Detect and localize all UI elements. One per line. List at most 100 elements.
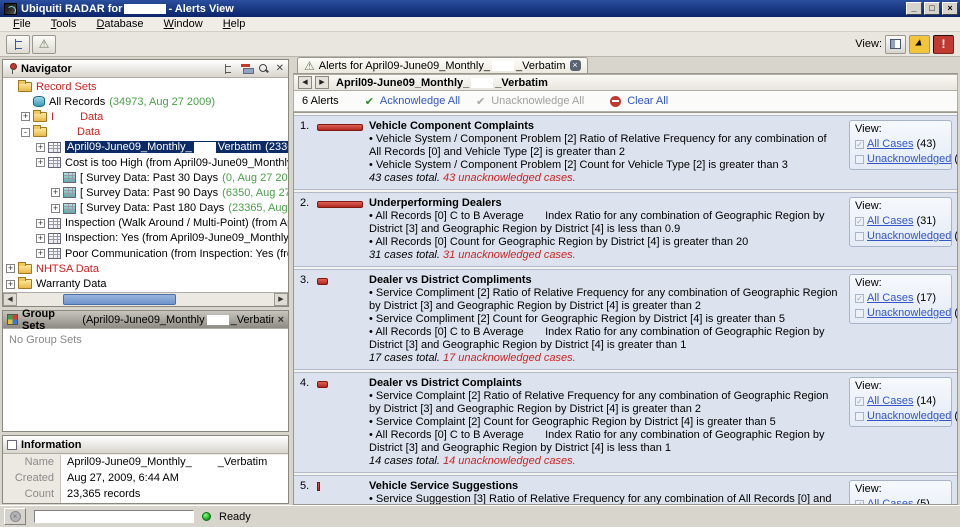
scroll-thumb[interactable] <box>63 294 177 305</box>
main-toolbar: ⚠ View: ! <box>0 32 960 57</box>
close-panel-icon[interactable]: × <box>278 314 284 326</box>
expand-icon[interactable]: + <box>21 112 30 122</box>
panel-view-button[interactable] <box>885 34 906 54</box>
all-cases-link[interactable]: All Cases <box>867 395 913 407</box>
tree-item[interactable]: + I Data <box>3 109 288 124</box>
stop-icon: × <box>9 511 21 522</box>
unacknowledged-link[interactable]: Unacknowledged <box>867 153 951 165</box>
collapse-node-icon[interactable]: - <box>21 127 30 137</box>
expand-icon[interactable]: + <box>6 279 15 289</box>
cases-total: 17 cases total. <box>369 352 443 364</box>
show-alerts-button[interactable]: ⚠ <box>32 34 56 54</box>
expand-icon[interactable]: + <box>36 233 45 243</box>
tab-close-icon[interactable]: × <box>569 60 581 71</box>
checkbox[interactable]: ✓ <box>855 396 864 406</box>
redacted-text <box>471 77 494 88</box>
all-cases-link[interactable]: All Cases <box>867 292 913 304</box>
alert-title: Dealer vs District Compliments <box>369 274 532 286</box>
view-label: View: <box>855 483 882 495</box>
alert-condition: All Records [0] C to B Average Index Rat… <box>369 210 841 236</box>
alert-view-box: View:✓All Cases(43)Unacknowledged(43) <box>849 120 957 170</box>
expand-icon[interactable]: + <box>36 142 45 152</box>
tree-item-label: All Records (34973, Aug 27 2009) <box>49 95 216 108</box>
all-cases-link[interactable]: All Cases <box>867 215 913 227</box>
tree-item[interactable]: [ Survey Data: Past 30 Days (0, Aug 27 20… <box>3 170 288 185</box>
checkbox[interactable] <box>855 308 864 318</box>
panel-icon <box>890 39 901 49</box>
tree-item-label: Record Sets <box>36 80 97 93</box>
unacknowledged-link[interactable]: Unacknowledged <box>867 307 951 319</box>
tree-item[interactable]: + Warranty Data <box>3 276 288 291</box>
tree-item-label: [ Survey Data: Past 90 Days (6350, Aug 27… <box>80 187 288 199</box>
alert-item: 4.Dealer vs District ComplaintsService C… <box>294 372 957 473</box>
check-icon: ✔ <box>364 95 374 108</box>
tree-mode-icon[interactable] <box>224 63 234 74</box>
record-set-icon <box>48 157 61 169</box>
back-button[interactable]: ◀ <box>298 76 312 89</box>
checkbox[interactable] <box>855 411 864 421</box>
expand-icon[interactable]: + <box>6 264 15 274</box>
tree-item[interactable]: + Cost is too High (from April09-June09_M… <box>3 155 288 170</box>
layers-icon[interactable] <box>240 64 254 74</box>
cases-total: 14 cases total. <box>369 455 443 467</box>
alert-number: 3. <box>300 274 310 286</box>
tab-bar: ⚠ Alerts for April09-June09_Monthly_ _Ver… <box>293 57 958 74</box>
stop-button[interactable]: × <box>4 508 26 525</box>
menu-file[interactable]: File <box>4 17 40 31</box>
alert-condition: Service Suggestion [3] Ratio of Relative… <box>369 493 841 504</box>
checkbox[interactable]: ✓ <box>855 293 864 303</box>
expand-icon[interactable]: + <box>51 203 60 213</box>
menu-tools[interactable]: Tools <box>42 17 86 31</box>
menu-window[interactable]: Window <box>155 17 212 31</box>
pin-icon <box>7 63 17 74</box>
record-count: (23365, Aug 27 2009) <box>265 141 288 154</box>
tree-item[interactable]: + NHTSA Data <box>3 261 288 276</box>
unacknowledge-all-button[interactable]: Unacknowledge All <box>491 95 584 107</box>
expand-icon[interactable]: + <box>36 158 45 168</box>
unacknowledged-link[interactable]: Unacknowledged <box>867 230 951 242</box>
menu-help[interactable]: Help <box>214 17 255 31</box>
checkbox[interactable]: ✓ <box>855 216 864 226</box>
forward-button[interactable]: ▶ <box>315 76 329 89</box>
alert-item: 5. Vehicle Service SuggestionsService Sug… <box>294 475 957 504</box>
tree-item[interactable]: + April09-June09_Monthly_Verbatim(23365, … <box>3 140 288 155</box>
menu-database[interactable]: Database <box>87 17 152 31</box>
expand-icon[interactable]: + <box>51 188 60 198</box>
checkbox[interactable] <box>855 154 864 164</box>
tree-item[interactable]: + [ Survey Data: Past 90 Days (6350, Aug 2… <box>3 185 288 200</box>
scroll-left-arrow[interactable]: ◀ <box>3 293 17 306</box>
all-cases-link[interactable]: All Cases <box>867 138 913 150</box>
tree-item[interactable]: + Inspection (Walk Around / Multi-Point) … <box>3 216 288 231</box>
tree-item[interactable]: + Inspection: Yes (from April09-June09_Mo… <box>3 231 288 246</box>
tab-alerts[interactable]: ⚠ Alerts for April09-June09_Monthly_ _Ver… <box>297 57 588 73</box>
alert-condition: Vehicle System / Component Problem [2] C… <box>369 159 841 172</box>
tree-item[interactable]: + Poor Communication (from Inspection: Ye… <box>3 246 288 261</box>
minimize-button[interactable]: _ <box>906 2 922 15</box>
clear-all-button[interactable]: Clear All <box>627 95 668 107</box>
radar-view-button[interactable] <box>909 34 930 54</box>
group-sets-title: Group Sets <box>22 307 55 332</box>
close-button[interactable]: × <box>942 2 958 15</box>
restore-button[interactable]: □ <box>924 2 940 15</box>
tree-item[interactable]: Record Sets <box>3 79 288 94</box>
all-cases-link[interactable]: All Cases <box>867 498 913 504</box>
acknowledge-all-button[interactable]: Acknowledge All <box>380 95 460 107</box>
warning-icon: ⚠ <box>304 58 315 73</box>
search-icon[interactable] <box>258 63 269 74</box>
checkbox[interactable] <box>855 231 864 241</box>
scroll-right-arrow[interactable]: ▶ <box>274 293 288 306</box>
show-navigator-button[interactable] <box>6 34 30 54</box>
tree-item[interactable]: + [ Survey Data: Past 180 Days (23365, Aug… <box>3 201 288 216</box>
information-panel: Information Name April09-June09_Monthly_… <box>2 435 289 504</box>
alerts-view-button[interactable]: ! <box>933 34 954 54</box>
horizontal-scrollbar[interactable]: ◀ ▶ <box>3 292 288 306</box>
collapse-icon[interactable]: ✕ <box>276 63 284 74</box>
tree-item[interactable]: - Data <box>3 125 288 140</box>
expand-icon[interactable]: + <box>36 218 45 228</box>
expand-icon[interactable]: + <box>36 249 45 259</box>
record-set-icon <box>48 248 61 260</box>
info-count-value: 23,365 records <box>67 488 141 500</box>
checkbox[interactable]: ✓ <box>855 139 864 149</box>
unacknowledged-link[interactable]: Unacknowledged <box>867 410 951 422</box>
tree-item[interactable]: All Records (34973, Aug 27 2009) <box>3 94 288 109</box>
